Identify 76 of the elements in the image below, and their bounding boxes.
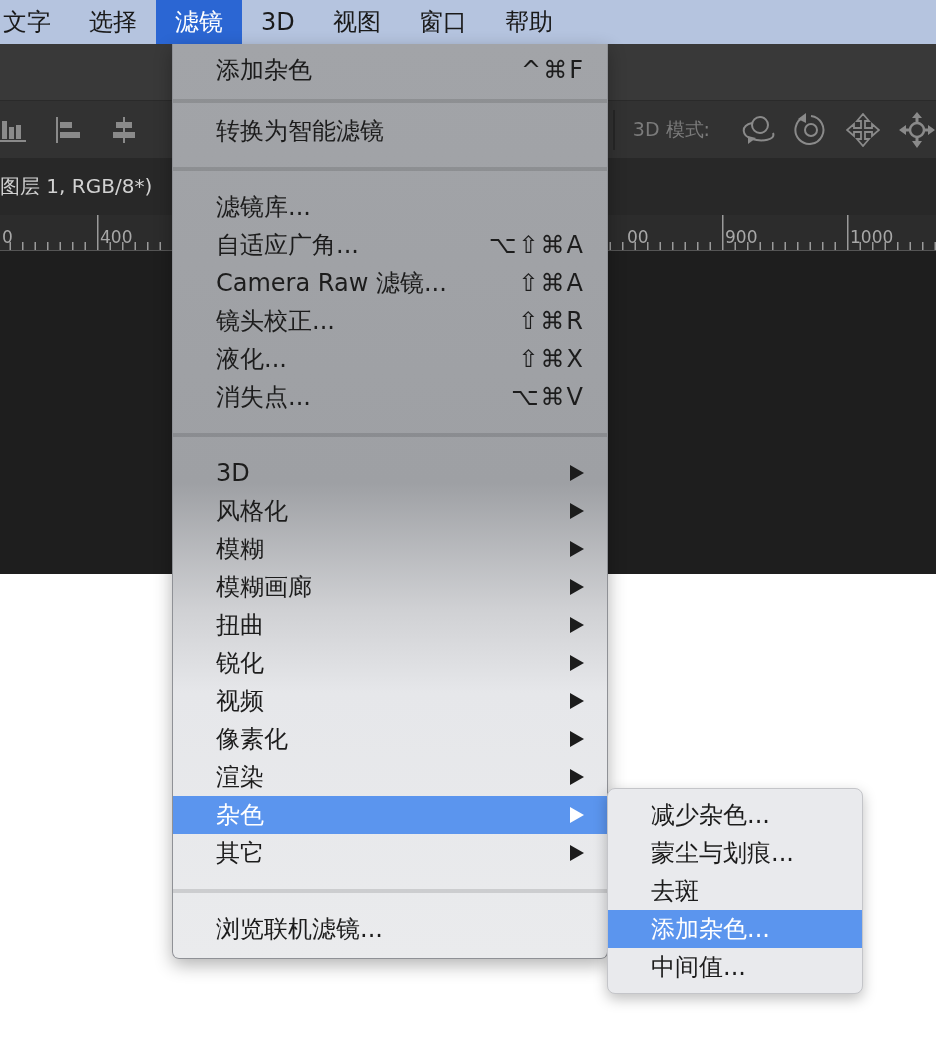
submenu-item[interactable]: 锐化 [173,644,607,682]
submenu-arrow-icon [569,578,585,596]
submenu-arrow-icon [569,654,585,672]
menu-item-label: 浏览联机滤镜... [216,914,383,945]
menu-item-label: 自适应广角... [216,230,359,261]
menu-item[interactable]: 液化... ⇧⌘X [173,340,607,378]
menu-item[interactable]: Camera Raw 滤镜... ⇧⌘A [173,264,607,302]
submenu-item[interactable]: 风格化 [173,492,607,530]
menu-item[interactable]: 自适应广角... ⌥⇧⌘A [173,226,607,264]
menu-bar-item[interactable]: 选择 [70,0,156,44]
menu-item-label: 添加杂色 [216,55,312,86]
menu-item-label: 锐化 [216,648,264,679]
submenu-arrow-icon [569,806,585,824]
submenu-item[interactable]: 扭曲 [173,606,607,644]
menu-item-label: 消失点... [216,382,311,413]
ruler-label: 00 [627,227,649,247]
menu-item-label: 视频 [216,686,264,717]
ruler-label: 400 [100,227,133,247]
mode-label: 3D 模式: [632,116,710,142]
ruler-label: 900 [725,227,758,247]
ruler-label: 0 [2,227,13,247]
menu-item-label: 转换为智能滤镜 [216,116,384,147]
menu-item[interactable]: 减少杂色... [608,796,862,834]
submenu-arrow-icon [569,692,585,710]
menu-item-label: 风格化 [216,496,288,527]
menu-bar-item[interactable]: 滤镜 [156,0,242,44]
shortcut: ⇧⌘X [518,345,585,373]
submenu-item[interactable]: 渲染 [173,758,607,796]
submenu-arrow-icon [569,502,585,520]
submenu-item[interactable]: 像素化 [173,720,607,758]
menu-item[interactable]: 中间值... [608,948,862,986]
shortcut: ^⌘F [521,56,585,84]
pan-icon[interactable] [898,110,936,149]
submenu-arrow-icon [569,540,585,558]
menu-item-label: 扭曲 [216,610,264,641]
move-icon[interactable] [846,112,880,147]
submenu-item[interactable]: 模糊画廊 [173,568,607,606]
menu-item[interactable]: 消失点... ⌥⌘V [173,378,607,416]
align-left-icon[interactable] [56,116,82,143]
shortcut: ⇧⌘R [518,307,585,335]
menu-item-label: 模糊画廊 [216,572,312,603]
menu-bar-item[interactable]: 3D [242,0,314,44]
submenu-arrow-icon [569,730,585,748]
menu-item-label: 杂色 [216,800,264,831]
ruler-label: 1000 [850,227,894,247]
menu-item[interactable]: 去斑 [608,872,862,910]
submenu-item[interactable]: 视频 [173,682,607,720]
menu-item-label: 镜头校正... [216,306,335,337]
menu-bar-item[interactable]: 文字 [0,0,70,44]
menu-bar-item[interactable]: 窗口 [399,0,486,44]
menu-bar-item[interactable]: 视图 [313,0,400,44]
menu-item-label: 像素化 [216,724,288,755]
menu-item-label: 3D [216,459,250,487]
menu-item-label: 其它 [216,838,264,869]
align-center-icon[interactable] [112,116,136,143]
menu-item[interactable]: 浏览联机滤镜... [173,910,607,948]
menu-item-label: 液化... [216,344,287,375]
submenu-item[interactable]: 模糊 [173,530,607,568]
menu-item-label: 模糊 [216,534,264,565]
submenu-arrow-icon [569,616,585,634]
submenu-arrow-icon [569,464,585,482]
menu-bar-item[interactable]: 帮助 [485,0,572,44]
shortcut: ⌥⇧⌘A [488,231,585,259]
menu-item[interactable]: 滤镜库... [173,188,607,226]
menu-item[interactable]: 镜头校正... ⇧⌘R [173,302,607,340]
menu-item-label: 渲染 [216,762,264,793]
shortcut: ⇧⌘A [518,269,585,297]
submenu-arrow-icon [569,768,585,786]
menu-item[interactable]: 转换为智能滤镜 [173,112,607,150]
submenu-arrow-icon [569,844,585,862]
menu-item-label: 滤镜库... [216,192,311,223]
submenu-item[interactable]: 其它 [173,834,607,872]
submenu-item[interactable]: 3D [173,454,607,492]
shortcut: ⌥⌘V [510,383,585,411]
menu-item-label: Camera Raw 滤镜... [216,268,447,299]
menu-item[interactable]: 蒙尘与划痕... [608,834,862,872]
